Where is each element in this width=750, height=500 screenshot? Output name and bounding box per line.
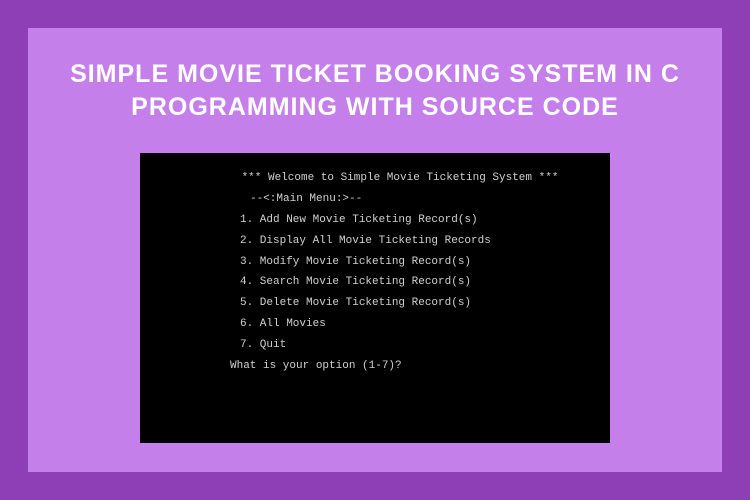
terminal-welcome: *** Welcome to Simple Movie Ticketing Sy…	[160, 168, 590, 189]
terminal-window: *** Welcome to Simple Movie Ticketing Sy…	[140, 153, 610, 443]
terminal-menu-item: 2. Display All Movie Ticketing Records	[160, 231, 590, 252]
terminal-menu-item: 6. All Movies	[160, 314, 590, 335]
terminal-menu-item: 4. Search Movie Ticketing Record(s)	[160, 272, 590, 293]
terminal-menu-header: --<:Main Menu:>--	[160, 189, 590, 210]
page-title: SIMPLE MOVIE TICKET BOOKING SYSTEM IN C …	[28, 58, 722, 123]
terminal-menu-item: 1. Add New Movie Ticketing Record(s)	[160, 210, 590, 231]
content-frame: SIMPLE MOVIE TICKET BOOKING SYSTEM IN C …	[28, 28, 722, 472]
terminal-menu-item: 3. Modify Movie Ticketing Record(s)	[160, 252, 590, 273]
terminal-menu-item: 5. Delete Movie Ticketing Record(s)	[160, 293, 590, 314]
terminal-menu-item: 7. Quit	[160, 335, 590, 356]
terminal-prompt: What is your option (1-7)?	[160, 356, 590, 377]
